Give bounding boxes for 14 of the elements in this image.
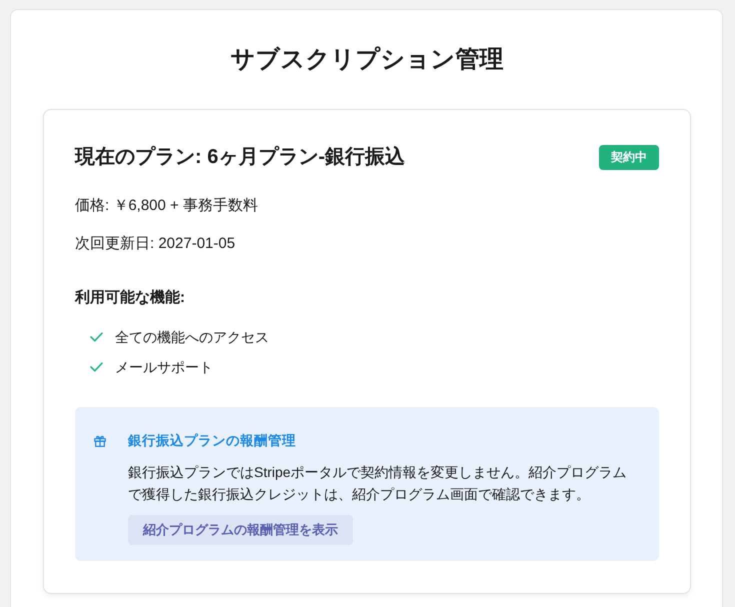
plan-title: 現在のプラン: 6ヶ月プラン-銀行振込 [75,144,405,170]
renewal-date-text: 次回更新日: 2027-01-05 [75,234,236,254]
check-icon [90,332,103,342]
feature-text: メールサポート [115,358,213,378]
status-badge: 契約中 [599,144,659,170]
notice-text: 銀行振込プランではStripeポータルで契約情報を変更しません。紹介プログラムで獲得した銀行振込クレジットは、紹介プログラム画面で確認できます。 [128,463,628,504]
notice-title: 銀行振込プランの報酬管理 [128,432,297,450]
price-text: 価格: ￥6,800 + 事務手数料 [75,196,259,216]
check-icon [90,362,103,372]
gift-icon [94,435,106,448]
page-title: サブスクリプション管理 [230,45,504,75]
features-heading: 利用可能な機能: [75,288,186,308]
view-rewards-button[interactable]: 紹介プログラムの報酬管理を表示 [128,515,353,546]
feature-text: 全ての機能へのアクセス [115,328,269,348]
